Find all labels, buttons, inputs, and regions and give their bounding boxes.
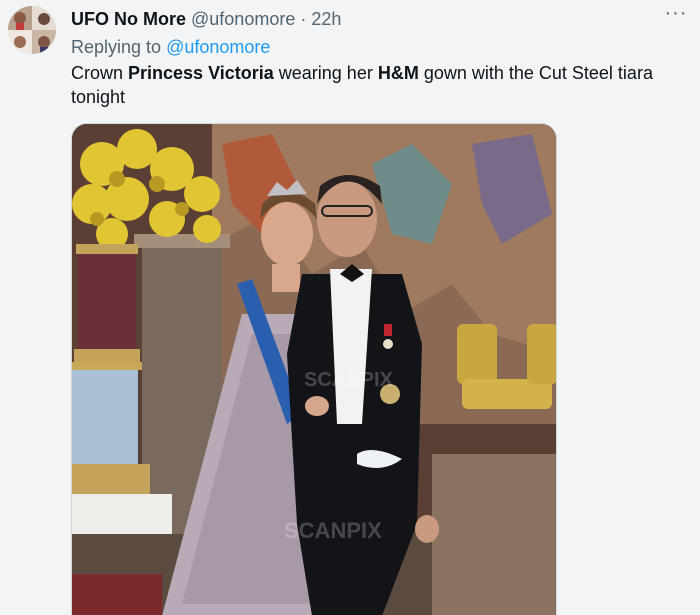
tweet-text-bold: H&M bbox=[377, 63, 419, 83]
tweet-text-part: Crown bbox=[71, 63, 129, 83]
watermark-text: SCANPIX bbox=[304, 369, 394, 391]
tweet-photo[interactable]: SCANPIX SCANPIX bbox=[71, 123, 557, 615]
author-name[interactable]: UFO No More bbox=[71, 9, 186, 29]
tweet-text-bold: Princess Victoria bbox=[128, 63, 274, 83]
tweet-header: UFO No More @ufonomore · 22h bbox=[71, 8, 341, 30]
replying-prefix: Replying to bbox=[71, 37, 167, 57]
watermark-text: SCANPIX bbox=[284, 518, 382, 543]
separator-dot: · bbox=[300, 9, 307, 29]
tweet-card[interactable]: UFO No More @ufonomore · 22h ··· Replyin… bbox=[0, 0, 700, 615]
replying-to-handle-link[interactable]: @ufonomore bbox=[166, 37, 270, 57]
more-options-icon[interactable]: ··· bbox=[664, 3, 688, 26]
avatar[interactable] bbox=[8, 6, 56, 54]
tweet-text-part: wearing her bbox=[273, 63, 378, 83]
timestamp[interactable]: 22h bbox=[311, 9, 341, 29]
author-handle[interactable]: @ufonomore bbox=[191, 9, 295, 29]
tweet-text: Crown Princess Victoria wearing her H&M … bbox=[71, 61, 681, 109]
photo-icon: SCANPIX SCANPIX bbox=[72, 124, 556, 615]
replying-to: Replying to @ufonomore bbox=[71, 36, 270, 58]
